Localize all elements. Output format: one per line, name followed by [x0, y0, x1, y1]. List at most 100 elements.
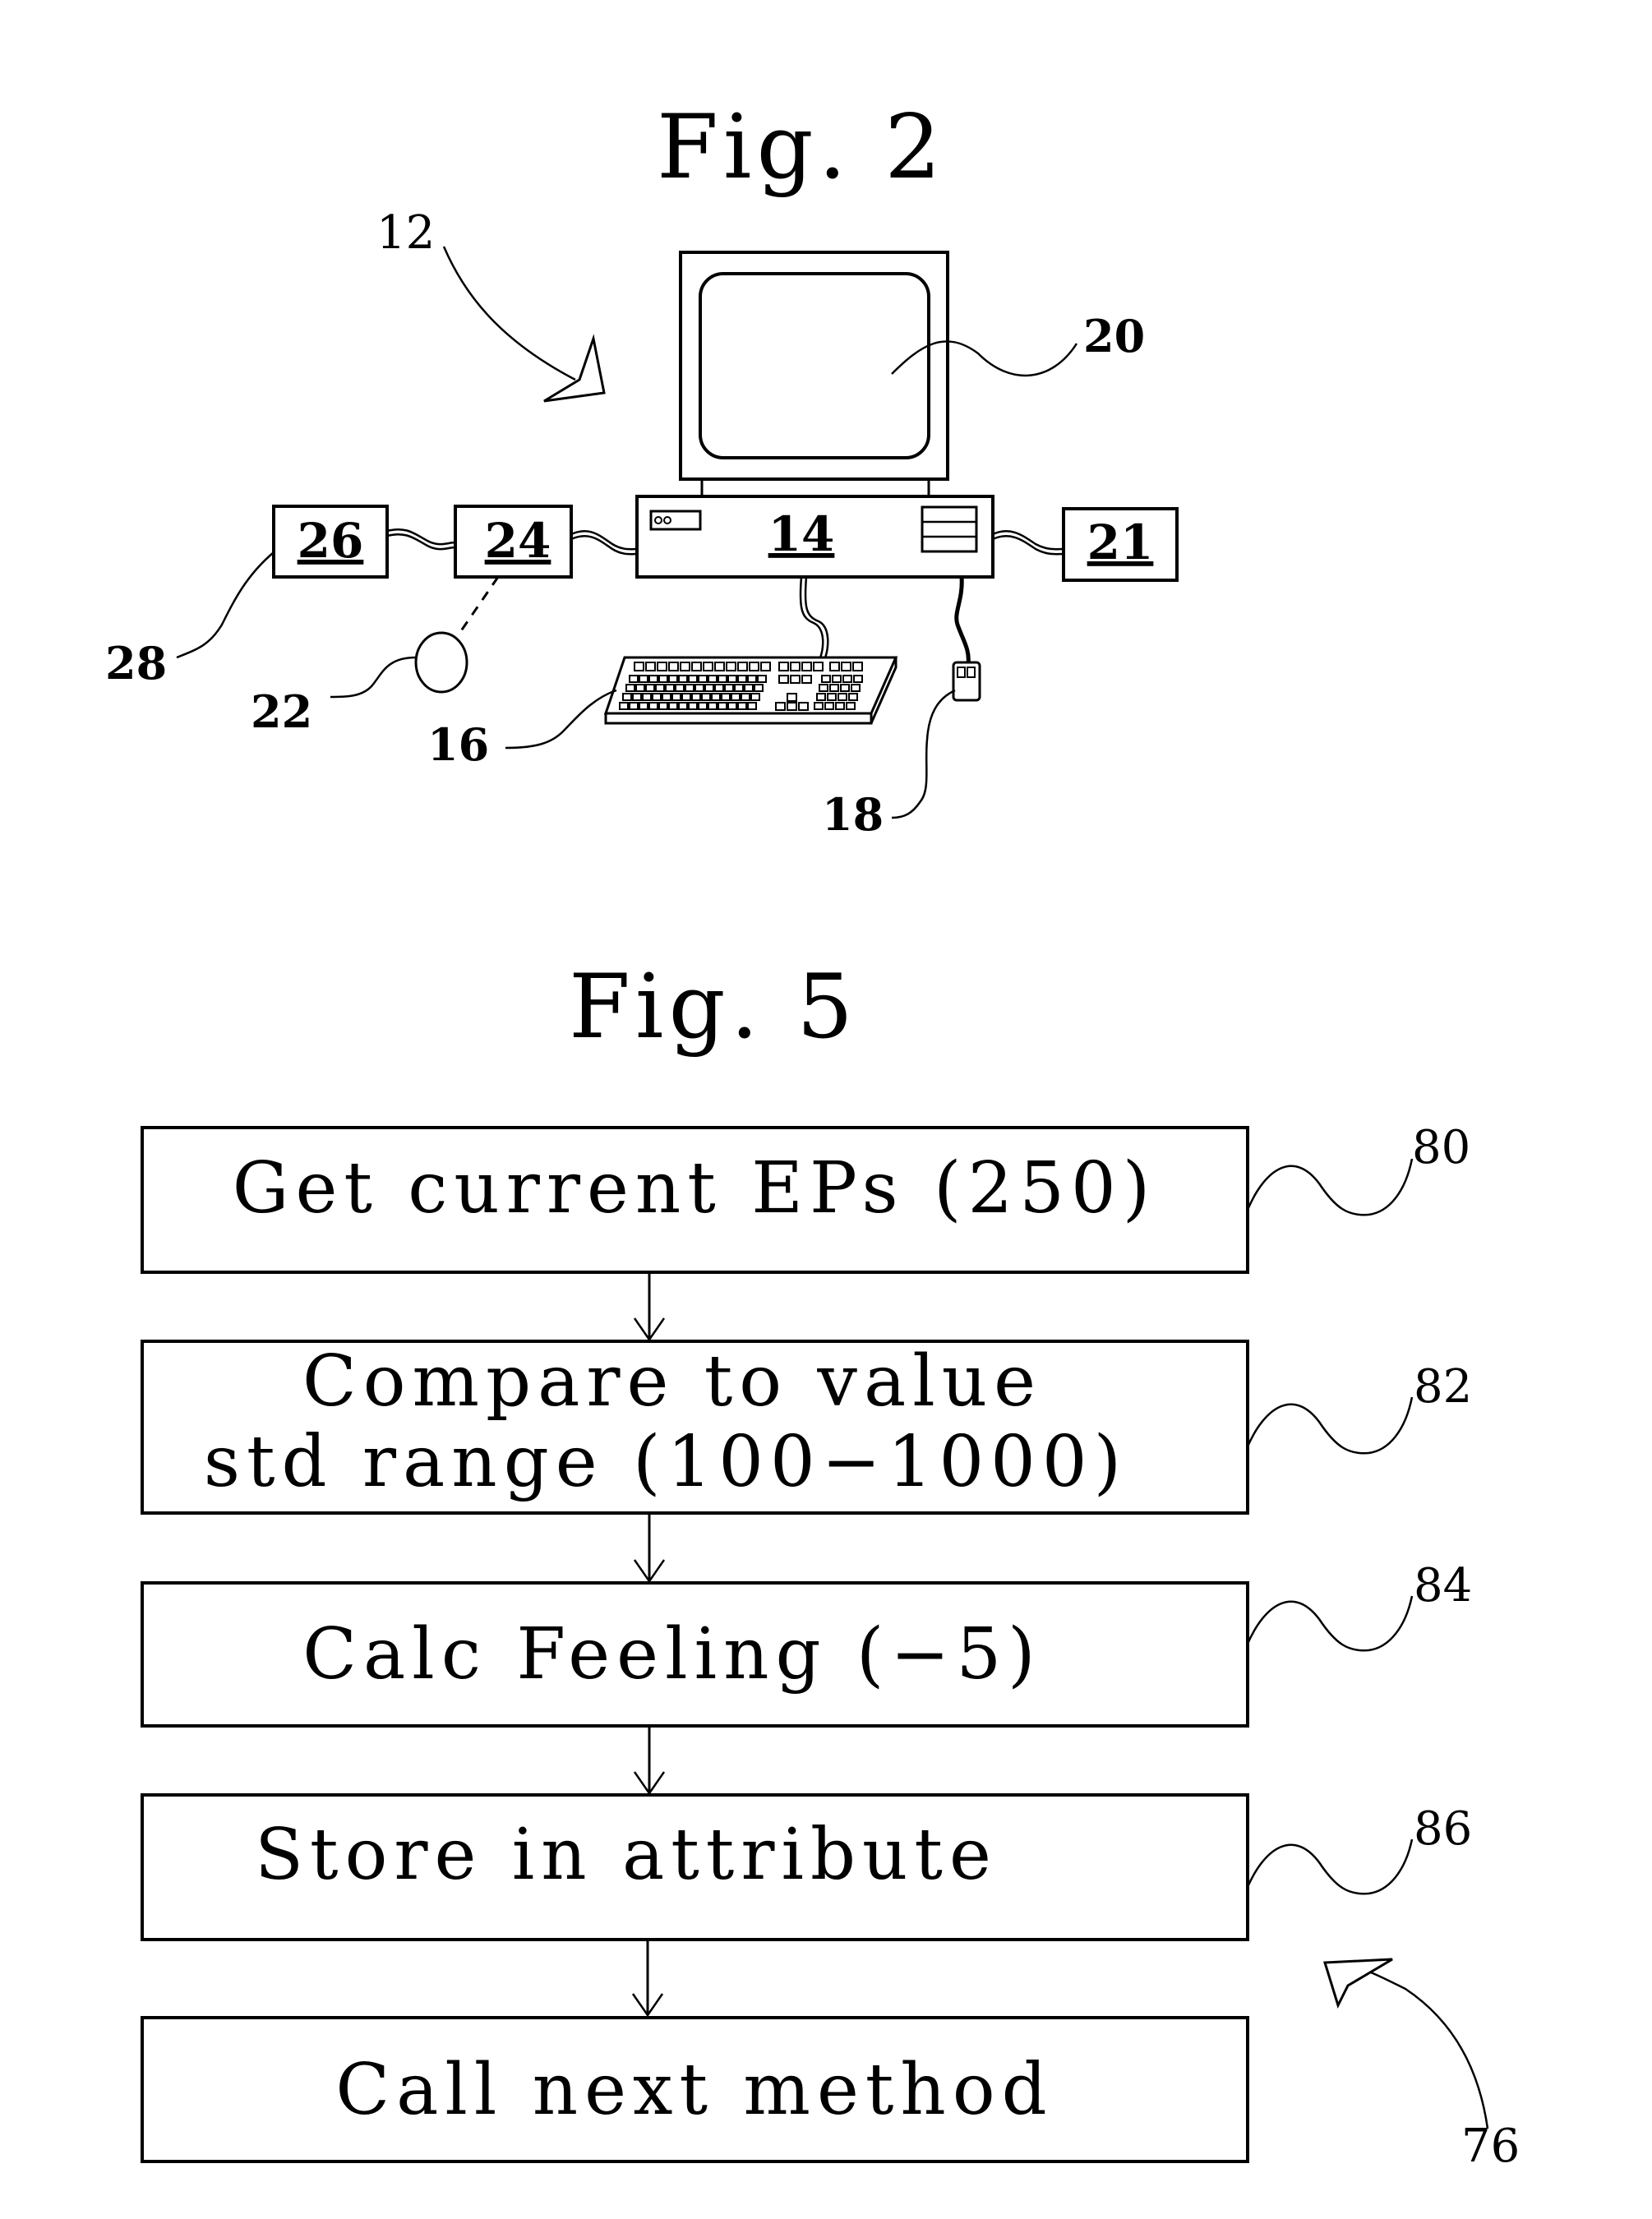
keyboard-key — [721, 693, 731, 701]
keyboard-key — [714, 684, 724, 692]
ref-16-label: 16 — [427, 718, 489, 771]
keyboard-key — [760, 662, 771, 671]
keyboard-key — [851, 684, 861, 692]
ref-22-leader — [330, 656, 417, 699]
keyboard-key — [629, 702, 639, 710]
keyboard-key — [688, 675, 698, 683]
step-text: Call next method — [335, 2049, 1053, 2131]
keyboard-key — [678, 675, 688, 683]
keyboard-key — [668, 662, 679, 671]
monitor — [679, 251, 949, 496]
figure-5: Fig. 5 Get current EPs (250) 80 Compare … — [141, 956, 1520, 2173]
keyboard-key — [648, 675, 658, 683]
sensor-22 — [414, 631, 468, 694]
keyboard-key — [639, 675, 648, 683]
ref-86-label: 86 — [1414, 1802, 1472, 1856]
keyboard-key — [652, 693, 662, 701]
keyboard-key — [645, 662, 656, 671]
keyboard-key — [737, 675, 747, 683]
keyboard-key — [688, 702, 698, 710]
keyboard-key — [841, 662, 851, 671]
ref-20-label: 20 — [1083, 310, 1145, 362]
ref-84-label: 84 — [1414, 1559, 1472, 1612]
keyboard-key — [619, 702, 629, 710]
keyboard-key — [681, 693, 691, 701]
keyboard-key — [731, 693, 741, 701]
keyboard-key — [757, 675, 767, 683]
keyboard-key — [698, 675, 708, 683]
keyboard-key — [714, 662, 725, 671]
ref-22-label: 22 — [251, 685, 312, 738]
ref-12-arrowhead-icon — [543, 334, 606, 403]
keyboard-key — [835, 702, 845, 710]
keyboard-key — [814, 702, 824, 710]
keyboard-key — [750, 693, 760, 701]
keyboard-key — [778, 662, 789, 671]
keyboard-key — [718, 702, 727, 710]
flow-step-84: Calc Feeling (−5) 84 — [141, 1559, 1472, 1728]
mouse-button-left — [957, 667, 966, 678]
ref-21-label: 21 — [1087, 514, 1154, 570]
keyboard-key — [678, 702, 688, 710]
mouse-button-right — [967, 667, 976, 678]
keyboard-key — [727, 702, 737, 710]
keyboard-key — [648, 702, 658, 710]
wireless-link — [457, 576, 500, 635]
keyboard-key — [747, 675, 757, 683]
keyboard-key — [645, 684, 655, 692]
keyboard-key — [655, 684, 665, 692]
flow-step-86: Store in attribute 86 — [141, 1793, 1472, 1941]
monitor-screen — [699, 272, 930, 459]
keyboard-key — [657, 662, 667, 671]
ref-76-label: 76 — [1461, 2120, 1520, 2173]
step-text-line-2: std range (100−1000) — [204, 1421, 1128, 1503]
ref-24-label: 24 — [485, 513, 551, 569]
ref-80-label: 80 — [1412, 1121, 1470, 1174]
keyboard-key — [726, 662, 736, 671]
keyboard-key — [734, 684, 744, 692]
ref-26-label: 26 — [298, 513, 364, 569]
keyboard-key — [632, 693, 642, 701]
keyboard-key — [685, 684, 694, 692]
ref-12-leader — [442, 246, 576, 381]
keyboard-key — [635, 684, 645, 692]
keyboard-front — [604, 712, 873, 725]
keyboard-key — [691, 693, 701, 701]
keyboard-key — [798, 702, 809, 711]
step-text-line-1: Compare to value — [302, 1340, 1042, 1423]
ref-76-leader — [1370, 1971, 1489, 2129]
step-text: Get current EPs (250) — [233, 1147, 1157, 1229]
ref-12-label: 12 — [376, 206, 435, 260]
keyboard-key — [625, 684, 635, 692]
keyboard-key — [801, 662, 812, 671]
keyboard-key — [744, 684, 754, 692]
cpu-drive-slot — [649, 510, 702, 531]
keyboard-key — [704, 684, 714, 692]
keyboard-key — [675, 684, 685, 692]
keyboard-key — [629, 675, 639, 683]
keyboard-key — [671, 693, 681, 701]
keyboard-key — [639, 702, 648, 710]
keyboard-key — [787, 693, 797, 702]
keyboard-key — [829, 684, 839, 692]
ref-16-leader — [505, 689, 617, 750]
keyboard-key — [787, 702, 797, 711]
keyboard-16 — [603, 656, 898, 725]
ref-28-leader — [176, 551, 275, 659]
keyboard-key — [741, 693, 750, 701]
keyboard-key — [622, 693, 632, 701]
keyboard-key — [708, 702, 718, 710]
cable-14-21 — [992, 530, 1064, 551]
keyboard-key — [708, 675, 718, 683]
keyboard-key — [775, 702, 786, 711]
keyboard-key — [665, 684, 675, 692]
keyboard-key — [852, 662, 863, 671]
keyboard-key — [668, 702, 678, 710]
ref-86-leader — [1246, 1838, 1414, 1895]
keyboard-key — [824, 702, 834, 710]
keyboard-key — [790, 662, 801, 671]
keyboard-cable — [804, 576, 829, 658]
flow-step-call-next: Call next method — [141, 2016, 1249, 2163]
keyboard-key — [853, 675, 863, 683]
flow-step-80: Get current EPs (250) 80 — [141, 1121, 1470, 1274]
